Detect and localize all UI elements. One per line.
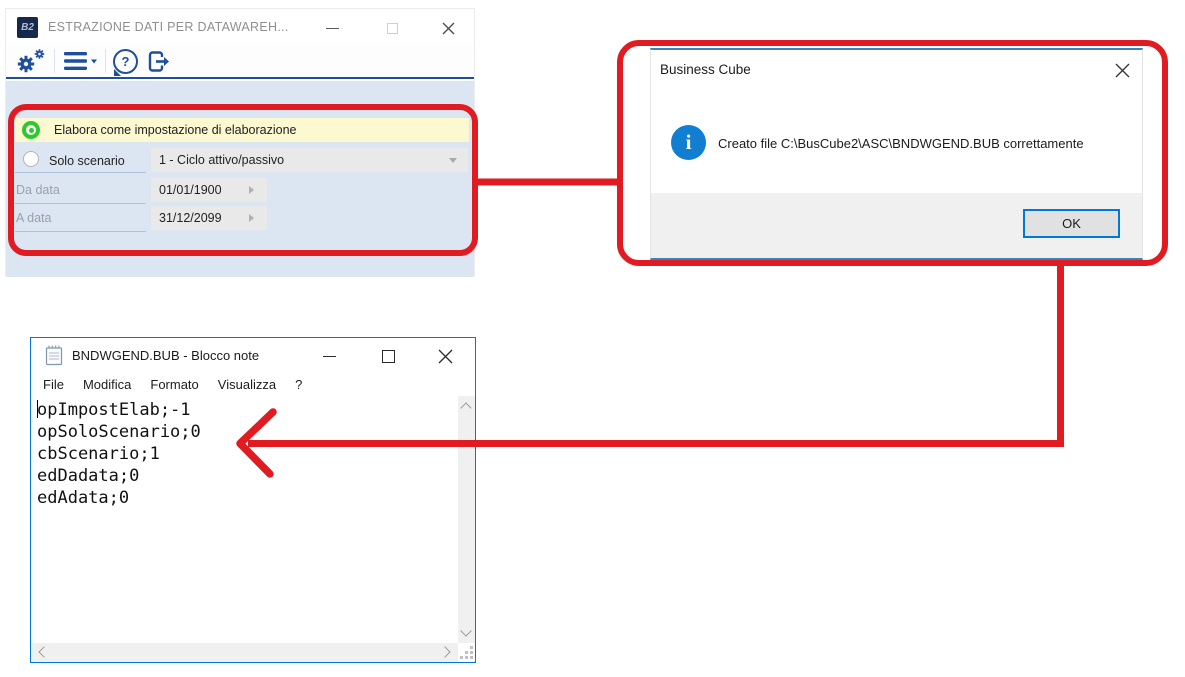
help-icon[interactable]: ? (113, 48, 138, 76)
minimize-button[interactable] (322, 18, 342, 38)
text-line: opImpostElab;-1 (37, 400, 191, 420)
close-icon (442, 22, 454, 34)
menu-visualizza[interactable]: Visualizza (218, 377, 276, 392)
help-glyph: ? (113, 48, 138, 74)
notepad-titlebar: BNDWGEND.BUB - Blocco note (31, 338, 475, 372)
exit-icon[interactable] (145, 48, 173, 75)
info-icon: i (671, 125, 706, 160)
da-data-label: Da data (16, 183, 60, 197)
extraction-titlebar: B2 ESTRAZIONE DATI PER DATAWAREH... (6, 9, 474, 45)
da-data-field[interactable]: 01/01/1900 (151, 178, 267, 202)
toolbar-separator (105, 49, 106, 73)
scroll-left-icon[interactable] (38, 646, 50, 658)
text-cursor (37, 400, 38, 418)
chevron-right-icon (249, 186, 254, 194)
chevron-right-icon (249, 214, 254, 222)
da-data-value: 01/01/1900 (159, 183, 222, 197)
solo-scenario-radio[interactable] (23, 151, 39, 167)
dialog-close-button[interactable] (1110, 58, 1134, 82)
dialog-message: Creato file C:\BusCube2\ASC\BNDWGEND.BUB… (718, 136, 1084, 151)
extraction-form: Elabora come impostazione di elaborazion… (6, 81, 474, 277)
scroll-right-icon[interactable] (439, 646, 451, 658)
menu-file[interactable]: File (43, 377, 64, 392)
menu-hamburger-icon[interactable] (62, 49, 98, 73)
radio-inner-dot (28, 127, 34, 133)
text-line: edAdata;0 (37, 488, 130, 508)
scenario-select[interactable]: 1 - Ciclo attivo/passivo (151, 148, 468, 172)
a-data-field[interactable]: 31/12/2099 (151, 206, 267, 230)
horizontal-scrollbar[interactable] (31, 643, 458, 662)
maximize-icon (381, 349, 395, 363)
minimize-icon (325, 27, 339, 29)
menu-help[interactable]: ? (295, 377, 302, 392)
text-line: opSoloScenario;0 (37, 422, 201, 442)
minimize-icon (322, 355, 336, 357)
scroll-up-icon[interactable] (460, 402, 472, 414)
field-underline (15, 231, 146, 232)
field-underline (15, 172, 146, 173)
a-data-label: A data (16, 211, 52, 225)
toolbar-separator (54, 49, 55, 73)
settings-gears-icon[interactable] (14, 47, 47, 76)
vertical-scrollbar[interactable] (458, 396, 475, 643)
close-icon (1115, 63, 1129, 77)
menu-modifica[interactable]: Modifica (83, 377, 131, 392)
notepad-maximize-button[interactable] (378, 346, 398, 366)
text-line: edDadata;0 (37, 466, 140, 486)
resize-grip[interactable] (460, 646, 473, 659)
notepad-minimize-button[interactable] (319, 346, 339, 366)
text-line: cbScenario;1 (37, 444, 160, 464)
business-cube-dialog: Business Cube i Creato file C:\BusCube2\… (650, 48, 1143, 260)
dialog-footer: OK (651, 193, 1142, 258)
extraction-window-title: ESTRAZIONE DATI PER DATAWAREH... (48, 20, 289, 34)
grip-dots (470, 656, 473, 659)
radio-inner-ring (26, 125, 36, 135)
chevron-down-icon (449, 158, 457, 163)
canvas: B2 ESTRAZIONE DATI PER DATAWAREH... ? El… (0, 0, 1185, 677)
close-button[interactable] (438, 18, 458, 38)
close-icon (438, 349, 452, 363)
extraction-window: B2 ESTRAZIONE DATI PER DATAWAREH... ? El… (5, 8, 475, 277)
maximize-icon (386, 22, 398, 34)
notepad-window: BNDWGEND.BUB - Blocco note File Modifica… (30, 337, 476, 663)
notepad-text-area[interactable]: opImpostElab;-1 opSoloScenario;0 cbScenari… (31, 396, 458, 643)
notepad-close-button[interactable] (435, 346, 455, 366)
a-data-value: 31/12/2099 (159, 211, 222, 225)
app-logo-icon: B2 (17, 16, 38, 38)
notepad-icon (45, 345, 63, 366)
field-underline (15, 203, 146, 204)
extraction-toolbar: ? (6, 45, 474, 79)
elabora-radio-selected[interactable] (22, 121, 40, 139)
solo-scenario-label: Solo scenario (49, 154, 125, 168)
notepad-window-title: BNDWGEND.BUB - Blocco note (72, 347, 260, 363)
maximize-button[interactable] (382, 18, 402, 38)
dialog-title: Business Cube (660, 62, 751, 77)
notepad-menubar: File Modifica Formato Visualizza ? (31, 372, 475, 396)
ok-button[interactable]: OK (1023, 209, 1120, 238)
elabora-option-row[interactable]: Elabora come impostazione di elaborazion… (15, 118, 469, 142)
menu-formato[interactable]: Formato (150, 377, 198, 392)
scroll-down-icon[interactable] (460, 625, 472, 637)
scenario-select-value: 1 - Ciclo attivo/passivo (159, 153, 285, 167)
elabora-option-label: Elabora come impostazione di elaborazion… (54, 123, 297, 137)
